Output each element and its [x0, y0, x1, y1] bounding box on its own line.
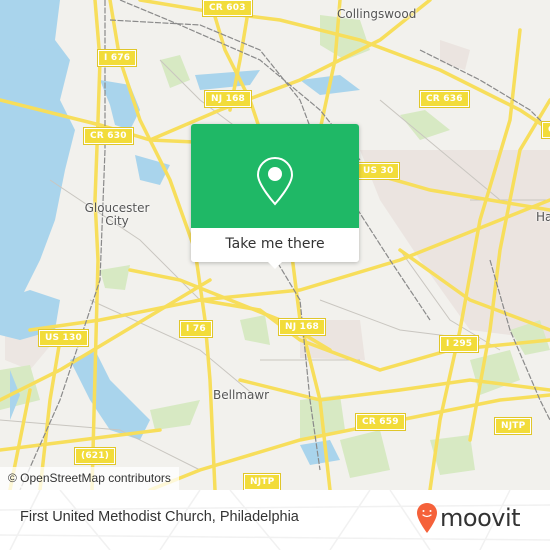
road-shield-cr636: CR 636 — [419, 90, 470, 108]
place-title: First United Methodist Church, Philadelp… — [20, 509, 299, 525]
place-label-bellmawr: Bellmawr — [213, 388, 270, 402]
road-shield-us30: US 30 — [355, 162, 401, 180]
footer-bar: First United Methodist Church, Philadelp… — [0, 490, 550, 550]
moovit-wordmark: moovit — [440, 504, 521, 532]
road-shield-i676: I 676 — [96, 49, 138, 67]
popup-header — [191, 124, 359, 228]
location-popup: Take me there — [191, 124, 359, 269]
moovit-pin-icon — [417, 503, 437, 533]
road-shield-us130: US 130 — [38, 329, 89, 347]
map-view[interactable]: CR 603 I 676 NJ 168 CR 636 CR 630 US 30 … — [0, 0, 550, 490]
place-label-haddon: Ha — [536, 210, 550, 224]
take-me-there-button[interactable]: Take me there — [191, 228, 359, 262]
road-shield-621: (621) — [73, 447, 117, 465]
location-pin-icon — [256, 156, 294, 206]
road-shield-nj168: NJ 168 — [203, 90, 253, 108]
map-attribution[interactable]: © OpenStreetMap contributors — [0, 467, 179, 490]
road-shield-cr630: CR 630 — [83, 127, 134, 145]
road-shield-edge: C — [541, 121, 550, 139]
road-shield-cr603: CR 603 — [202, 0, 253, 17]
place-label-gloucester-city: Gloucester City — [84, 201, 150, 228]
road-shield-cr659: CR 659 — [355, 413, 406, 431]
road-shield-njtp-south: NJTP — [242, 473, 282, 490]
place-label-collingswood: Collingswood — [337, 7, 417, 21]
road-shield-i295: I 295 — [438, 335, 480, 353]
road-shield-i76: I 76 — [179, 320, 213, 338]
road-shield-nj168-south: NJ 168 — [277, 318, 327, 336]
popup-pointer — [267, 261, 283, 269]
road-shield-njtp-east: NJTP — [493, 417, 533, 435]
